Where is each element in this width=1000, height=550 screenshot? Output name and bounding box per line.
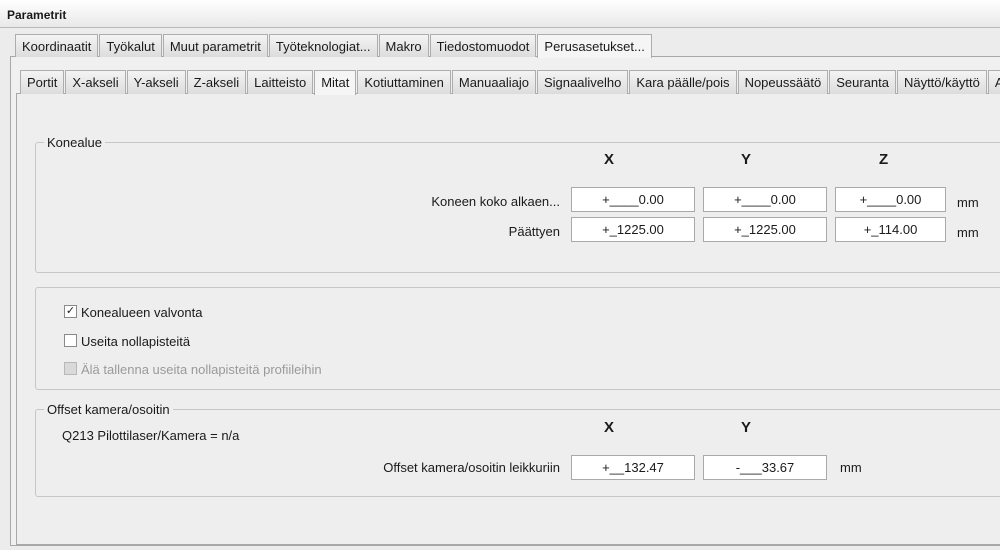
offset-col-x: X bbox=[604, 419, 615, 436]
tab-kara-paalle-pois[interactable]: Kara päälle/pois bbox=[629, 70, 737, 94]
machine-end-label: Päättyen bbox=[508, 224, 560, 239]
machine-start-y-field[interactable]: +____0.00 bbox=[703, 187, 827, 212]
offset-label: Offset kamera/osoitin leikkuriin bbox=[383, 460, 560, 475]
tab-naytto-kaytto[interactable]: Näyttö/käyttö bbox=[896, 70, 987, 94]
tab-muut-parametrit[interactable]: Muut parametrit bbox=[162, 34, 268, 57]
dont-save-zero-points-checkbox bbox=[64, 362, 77, 375]
machine-end-unit: mm bbox=[957, 225, 979, 240]
offset-info-text: Q213 Pilottilaser/Kamera = n/a bbox=[62, 428, 240, 443]
machine-area-col-z: Z bbox=[879, 151, 889, 168]
dont-save-zero-points-label: Älä tallenna useita nollapisteitä profii… bbox=[81, 362, 322, 377]
offset-group: Offset kamera/osoitin bbox=[35, 402, 1000, 497]
tab-koordinaatit[interactable]: Koordinaatit bbox=[15, 34, 99, 57]
multiple-zero-points-label[interactable]: Useita nollapisteitä bbox=[81, 334, 190, 349]
offset-col-y: Y bbox=[741, 419, 752, 436]
tab-tiedostomuodot[interactable]: Tiedostomuodot bbox=[429, 34, 537, 57]
machine-area-monitoring-checkbox[interactable]: ✓ bbox=[64, 305, 77, 318]
offset-y-field[interactable]: -___33.67 bbox=[703, 455, 827, 480]
offset-unit: mm bbox=[840, 460, 862, 475]
tab-x-akseli[interactable]: X-akseli bbox=[65, 70, 126, 94]
tab-makro[interactable]: Makro bbox=[378, 34, 429, 57]
tab-tyoteknologiat[interactable]: Työteknologiat... bbox=[268, 34, 378, 57]
tab-y-akseli[interactable]: Y-akseli bbox=[126, 70, 186, 94]
machine-area-title: Konealue bbox=[44, 135, 105, 150]
machine-start-z-field[interactable]: +____0.00 bbox=[835, 187, 946, 212]
tab-signaalivelho[interactable]: Signaalivelho bbox=[536, 70, 629, 94]
machine-start-x-field[interactable]: +____0.00 bbox=[571, 187, 695, 212]
machine-area-col-y: Y bbox=[741, 151, 752, 168]
offset-title: Offset kamera/osoitin bbox=[44, 402, 173, 417]
machine-start-label: Koneen koko alkaen... bbox=[431, 194, 560, 209]
tab-portit[interactable]: Portit bbox=[20, 70, 65, 94]
tab-seuranta[interactable]: Seuranta bbox=[829, 70, 896, 94]
tab-anturi[interactable]: Anturi bbox=[987, 70, 1000, 94]
machine-end-y-field[interactable]: +_1225.00 bbox=[703, 217, 827, 242]
main-tab-bar: Koordinaatit Työkalut Muut parametrit Ty… bbox=[15, 34, 653, 58]
machine-start-unit: mm bbox=[957, 195, 979, 210]
machine-end-z-field[interactable]: +_114.00 bbox=[835, 217, 946, 242]
sub-tab-bar: Portit X-akseli Y-akseli Z-akseli Laitte… bbox=[20, 70, 1000, 95]
machine-area-monitoring-label[interactable]: Konealueen valvonta bbox=[81, 305, 202, 320]
window-title: Parametrit bbox=[0, 0, 1000, 28]
multiple-zero-points-checkbox[interactable] bbox=[64, 334, 77, 347]
tab-kotiuttaminen[interactable]: Kotiuttaminen bbox=[357, 70, 451, 94]
tab-z-akseli[interactable]: Z-akseli bbox=[186, 70, 247, 94]
offset-x-field[interactable]: +__132.47 bbox=[571, 455, 695, 480]
tab-tyokalut[interactable]: Työkalut bbox=[99, 34, 162, 57]
tab-perusasetukset[interactable]: Perusasetukset... bbox=[537, 34, 652, 58]
machine-end-x-field[interactable]: +_1225.00 bbox=[571, 217, 695, 242]
tab-laitteisto[interactable]: Laitteisto bbox=[247, 70, 314, 94]
tab-nopeussaato[interactable]: Nopeussäätö bbox=[737, 70, 829, 94]
tab-manuaaliajo[interactable]: Manuaaliajo bbox=[451, 70, 536, 94]
tab-mitat[interactable]: Mitat bbox=[314, 70, 357, 95]
machine-area-col-x: X bbox=[604, 151, 615, 168]
